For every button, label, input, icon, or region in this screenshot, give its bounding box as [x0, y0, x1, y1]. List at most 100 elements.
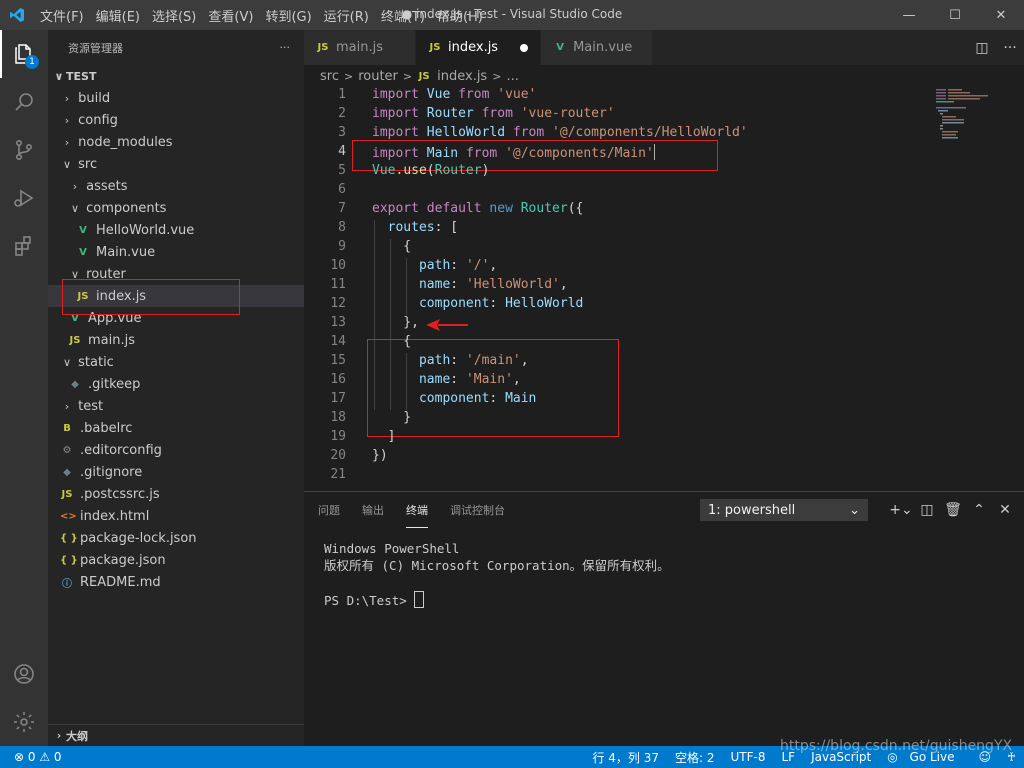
new-terminal-icon[interactable]: +⌄ — [888, 502, 914, 518]
tree-item-readme-md[interactable]: ⓘ README.md — [48, 571, 304, 593]
close-icon[interactable]: ✕ — [978, 0, 1024, 30]
tree-item-helloworld-vue[interactable]: V HelloWorld.vue — [48, 219, 304, 241]
chevron-right-icon: › — [64, 113, 70, 127]
problems-indicator[interactable]: ⊗ 0 ⚠ 0 — [0, 750, 62, 764]
menu-item[interactable]: 运行(R) — [318, 6, 375, 25]
tree-item-editorconfig[interactable]: ⚙ .editorconfig — [48, 439, 304, 461]
menu-item[interactable]: 帮助(H) — [431, 6, 489, 25]
tree-item-label: .postcssrc.js — [80, 486, 160, 502]
code-editor[interactable]: 1 import Vue from 'vue' 2 import Router fro… — [304, 87, 1024, 490]
panel-tab[interactable]: 调试控制台 — [450, 492, 505, 528]
code-text: export default new Router({ — [372, 201, 584, 216]
chevron-right-icon: > — [402, 69, 413, 83]
minimize-icon[interactable]: — — [886, 0, 932, 30]
tree-item-gitkeep[interactable]: ◆ .gitkeep — [48, 373, 304, 395]
tree-item-test[interactable]: › test — [48, 395, 304, 417]
tree-item-assets[interactable]: › assets — [48, 175, 304, 197]
babel-file-icon: B — [63, 422, 71, 434]
tree-item-main-vue[interactable]: V Main.vue — [48, 241, 304, 263]
code-line: 13 }, — [304, 315, 924, 334]
tree-item-label: index.html — [80, 508, 150, 524]
tree-item-package-json[interactable]: { } package.json — [48, 549, 304, 571]
watermark: https://blog.csdn.net/guishengYX — [780, 738, 1013, 754]
outline-section[interactable]: › 大纲 — [48, 724, 304, 746]
chevron-down-icon: ⌄ — [849, 502, 860, 518]
panel-tab[interactable]: 终端 — [406, 492, 428, 528]
search-icon[interactable] — [0, 78, 48, 126]
unsaved-dot-icon[interactable] — [520, 43, 529, 52]
tree-item-index-html[interactable]: <> index.html — [48, 505, 304, 527]
json-file-icon: { } — [60, 532, 78, 544]
code-line: 12 component: HelloWorld — [304, 296, 924, 315]
close-panel-icon[interactable]: ✕ — [992, 502, 1018, 518]
window-controls: — ☐ ✕ — [886, 0, 1024, 30]
run-debug-icon[interactable] — [0, 174, 48, 222]
menu-item[interactable]: 文件(F) — [34, 6, 90, 25]
tree-item-node-modules[interactable]: › node_modules — [48, 131, 304, 153]
js-file-icon: JS — [317, 42, 329, 53]
panel-tab[interactable]: 输出 — [362, 492, 384, 528]
account-icon[interactable] — [0, 650, 48, 698]
tree-item-components[interactable]: ∨ components — [48, 197, 304, 219]
line-number: 21 — [330, 467, 346, 482]
editor-tabs: JS main.js JS index.js V Main.vue ◫ ··· — [304, 30, 1024, 65]
code-text: name: 'Main', — [418, 372, 521, 387]
tree-item-static[interactable]: ∨ static — [48, 351, 304, 373]
workspace-root[interactable]: ∨ TEST — [48, 65, 304, 87]
split-terminal-icon[interactable]: ◫ — [914, 502, 940, 518]
js-file-icon: JS — [61, 488, 73, 500]
menu-item[interactable]: 终端(T) — [375, 6, 431, 25]
explorer-icon[interactable]: 1 — [0, 30, 48, 78]
indentation[interactable]: 空格: 2 — [667, 749, 723, 766]
menu-item[interactable]: 选择(S) — [146, 6, 202, 25]
code-text: component: HelloWorld — [418, 296, 584, 311]
breadcrumb-item[interactable]: src — [320, 69, 339, 84]
tree-item-gitignore[interactable]: ◆ .gitignore — [48, 461, 304, 483]
settings-gear-icon[interactable] — [0, 698, 48, 746]
gitkeep-file-icon: ◆ — [71, 378, 79, 390]
git-file-icon: ◆ — [63, 466, 71, 478]
code-text: routes: [ — [387, 220, 459, 235]
tree-item-label: .gitignore — [80, 464, 143, 480]
menu-item[interactable]: 编辑(E) — [90, 6, 146, 25]
menu-item[interactable]: 转到(G) — [259, 6, 317, 25]
breadcrumb-item[interactable]: router — [358, 69, 398, 84]
annotation-box-index-file — [62, 279, 240, 315]
chevron-up-icon[interactable]: ⌃ — [966, 502, 992, 518]
tree-item-label: test — [78, 398, 104, 414]
maximize-icon[interactable]: ☐ — [932, 0, 978, 30]
menu-item[interactable]: 查看(V) — [202, 6, 259, 25]
minimap[interactable] — [934, 87, 1010, 147]
breadcrumb-item[interactable]: index.js — [437, 69, 487, 84]
source-control-icon[interactable] — [0, 126, 48, 174]
tree-item-config[interactable]: › config — [48, 109, 304, 131]
encoding[interactable]: UTF-8 — [723, 750, 774, 764]
tab-index-js[interactable]: JS index.js — [416, 30, 542, 65]
tree-item-label: README.md — [80, 574, 161, 590]
code-text: { — [372, 334, 412, 349]
tree-item-main-js[interactable]: JS main.js — [48, 329, 304, 351]
tree-item-label: components — [86, 200, 167, 216]
tree-item-babelrc[interactable]: B .babelrc — [48, 417, 304, 439]
tree-item-postcssrc-js[interactable]: JS .postcssrc.js — [48, 483, 304, 505]
panel-tab[interactable]: 问题 — [318, 492, 340, 528]
trash-icon[interactable]: 🗑 — [940, 502, 966, 518]
terminal-select[interactable]: 1: powershell ⌄ — [700, 499, 868, 521]
cursor-position[interactable]: 行 4，列 37 — [584, 749, 667, 766]
line-number: 18 — [330, 410, 346, 425]
tab-main-js[interactable]: JS main.js — [304, 30, 416, 65]
terminal-output[interactable]: Windows PowerShell 版权所有 (C) Microsoft Cor… — [324, 540, 670, 609]
more-actions-icon[interactable]: ··· — [996, 40, 1024, 56]
tree-item-build[interactable]: › build — [48, 87, 304, 109]
tree-item-label: main.js — [88, 332, 135, 348]
workspace-root-label: TEST — [66, 69, 97, 83]
line-number: 15 — [330, 353, 346, 368]
breadcrumb-item[interactable]: ... — [506, 69, 518, 84]
tree-item-src[interactable]: ∨ src — [48, 153, 304, 175]
more-actions-icon[interactable]: ··· — [280, 41, 291, 54]
split-editor-icon[interactable]: ◫ — [968, 40, 996, 56]
tab-main-vue[interactable]: V Main.vue — [541, 30, 654, 65]
tree-item-package-lock-json[interactable]: { } package-lock.json — [48, 527, 304, 549]
extensions-icon[interactable] — [0, 222, 48, 270]
code-line: 5 Vue.use(Router) — [304, 163, 924, 182]
